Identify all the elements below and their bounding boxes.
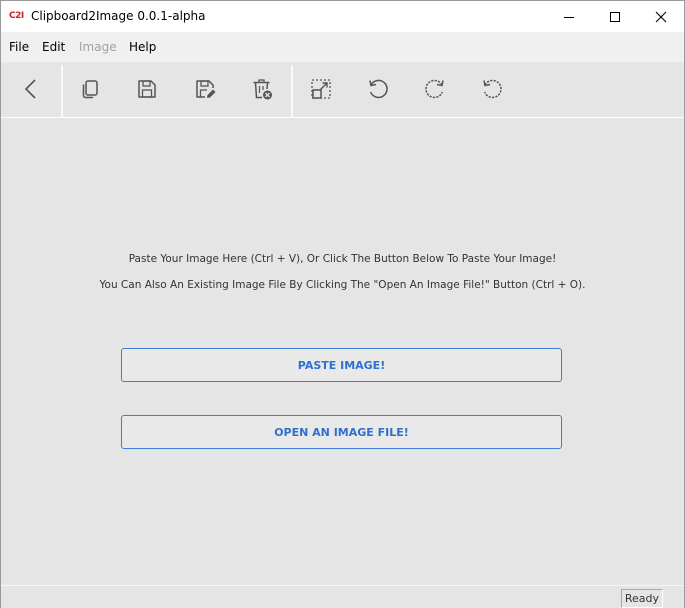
resize-icon — [311, 79, 331, 99]
back-button[interactable] — [18, 76, 44, 102]
copy-button[interactable] — [77, 76, 103, 102]
rotate-right-icon — [425, 79, 444, 99]
close-icon — [655, 11, 667, 22]
toolbar-separator — [61, 65, 63, 117]
status-bar: Ready — [1, 585, 684, 608]
toolbar — [1, 62, 684, 118]
open-instructions: You Can Also An Existing Image File By C… — [99, 279, 586, 291]
title-bar[interactable]: C2I Clipboard2Image 0.0.1-alpha — [1, 1, 684, 32]
reset-button[interactable] — [479, 76, 505, 102]
minimize-button[interactable] — [546, 1, 592, 32]
menu-bar: File Edit Image Help — [1, 32, 684, 62]
paste-instructions: Paste Your Image Here (Ctrl + V), Or Cli… — [128, 253, 557, 265]
maximize-button[interactable] — [592, 1, 638, 32]
app-logo: C2I — [9, 11, 24, 21]
image-drop-area[interactable]: Paste Your Image Here (Ctrl + V), Or Cli… — [1, 118, 684, 585]
window-title: Clipboard2Image 0.0.1-alpha — [31, 9, 206, 23]
save-as-button[interactable] — [192, 76, 218, 102]
rotate-right-button[interactable] — [422, 76, 448, 102]
menu-image[interactable]: Image — [79, 40, 117, 55]
status-text: Ready — [620, 589, 663, 608]
toolbar-separator — [291, 65, 293, 117]
rotate-left-button[interactable] — [365, 76, 391, 102]
resize-button[interactable] — [308, 76, 334, 102]
back-icon — [24, 79, 36, 99]
rotate-left-icon — [369, 79, 388, 99]
save-icon — [138, 80, 156, 98]
save-as-icon — [196, 80, 216, 98]
delete-icon — [253, 79, 272, 100]
save-button[interactable] — [134, 76, 160, 102]
menu-help[interactable]: Help — [129, 40, 156, 55]
menu-edit[interactable]: Edit — [42, 40, 65, 55]
app-window: C2I Clipboard2Image 0.0.1-alpha File Edi… — [0, 0, 685, 608]
close-button[interactable] — [638, 1, 684, 32]
delete-button[interactable] — [249, 76, 275, 102]
maximize-icon — [610, 11, 620, 22]
paste-image-button[interactable]: PASTE IMAGE! — [121, 348, 562, 382]
copy-icon — [82, 80, 98, 99]
minimize-icon — [564, 16, 574, 18]
reset-icon — [483, 79, 502, 99]
open-image-file-button[interactable]: OPEN AN IMAGE FILE! — [121, 415, 562, 449]
menu-file[interactable]: File — [9, 40, 29, 55]
